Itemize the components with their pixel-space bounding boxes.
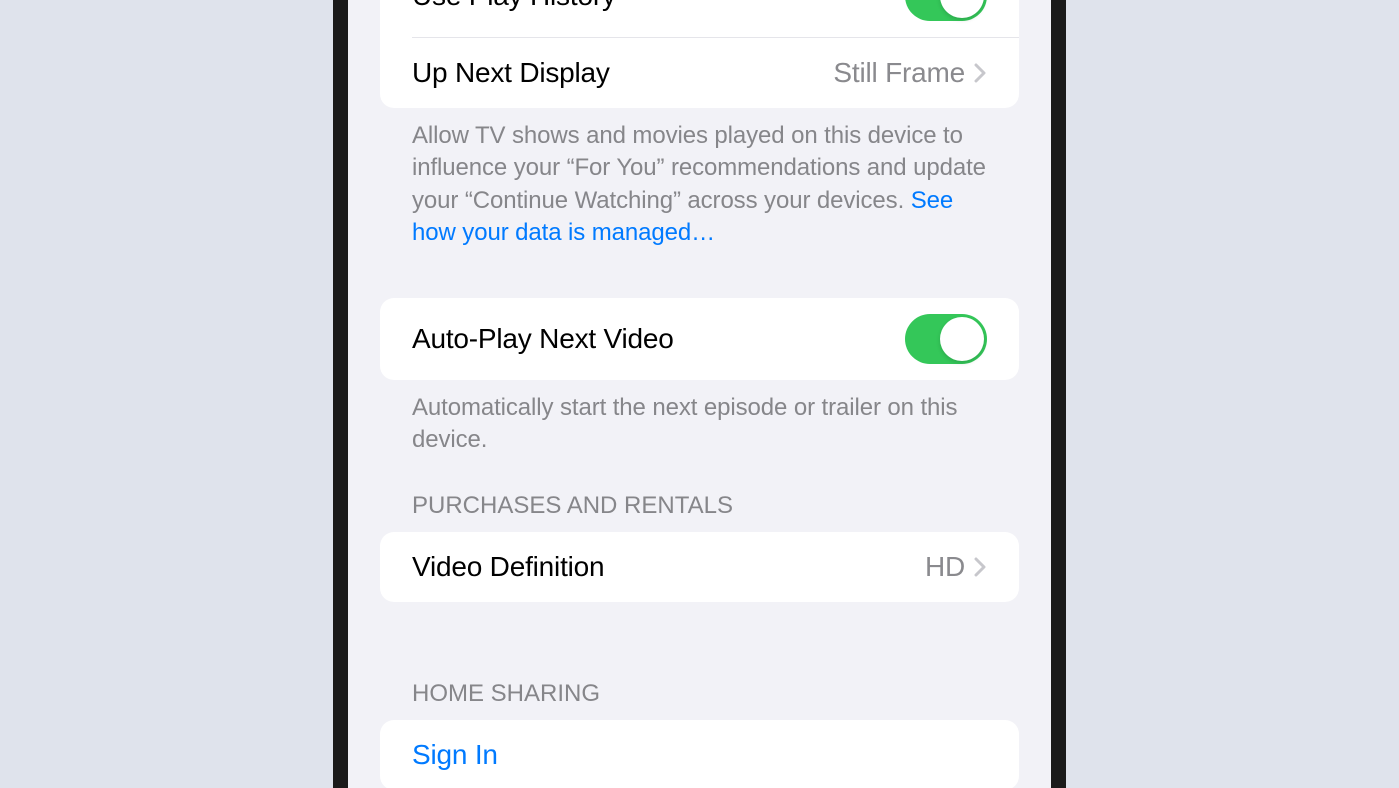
home-sharing-header: HOME SHARING: [380, 680, 1019, 720]
up-next-display-label: Up Next Display: [412, 57, 610, 89]
play-history-footer: Allow TV shows and movies played on this…: [380, 108, 1019, 250]
auto-play-toggle[interactable]: [905, 314, 987, 364]
auto-play-footer: Automatically start the next episode or …: [380, 380, 1019, 457]
use-play-history-toggle[interactable]: [905, 0, 987, 21]
use-play-history-label: Use Play History: [412, 0, 616, 12]
video-definition-label: Video Definition: [412, 551, 604, 583]
chevron-right-icon: [973, 61, 987, 85]
auto-play-group: Auto-Play Next Video: [380, 298, 1019, 380]
up-next-display-value: Still Frame: [833, 57, 965, 89]
row-right: Still Frame: [833, 57, 987, 89]
play-history-group: Use Play History Up Next Display Still F…: [380, 0, 1019, 108]
auto-play-label: Auto-Play Next Video: [412, 323, 674, 355]
purchases-header: PURCHASES AND RENTALS: [380, 492, 1019, 532]
video-definition-value: HD: [925, 551, 965, 583]
row-right: HD: [925, 551, 987, 583]
video-definition-row[interactable]: Video Definition HD: [380, 532, 1019, 602]
content-scroll[interactable]: Use Play History Up Next Display Still F…: [348, 0, 1051, 788]
home-sharing-group: Sign In: [380, 720, 1019, 788]
sign-in-row[interactable]: Sign In: [380, 720, 1019, 788]
use-play-history-row[interactable]: Use Play History: [380, 0, 1019, 37]
auto-play-row[interactable]: Auto-Play Next Video: [380, 298, 1019, 380]
footer-text-body: Allow TV shows and movies played on this…: [412, 122, 986, 214]
toggle-knob: [940, 0, 984, 18]
device-frame: Use Play History Up Next Display Still F…: [333, 0, 1066, 788]
purchases-group: Video Definition HD: [380, 532, 1019, 602]
chevron-right-icon: [973, 555, 987, 579]
toggle-knob: [940, 317, 984, 361]
sign-in-label: Sign In: [412, 739, 498, 771]
up-next-display-row[interactable]: Up Next Display Still Frame: [380, 38, 1019, 108]
settings-screen: Use Play History Up Next Display Still F…: [348, 0, 1051, 788]
